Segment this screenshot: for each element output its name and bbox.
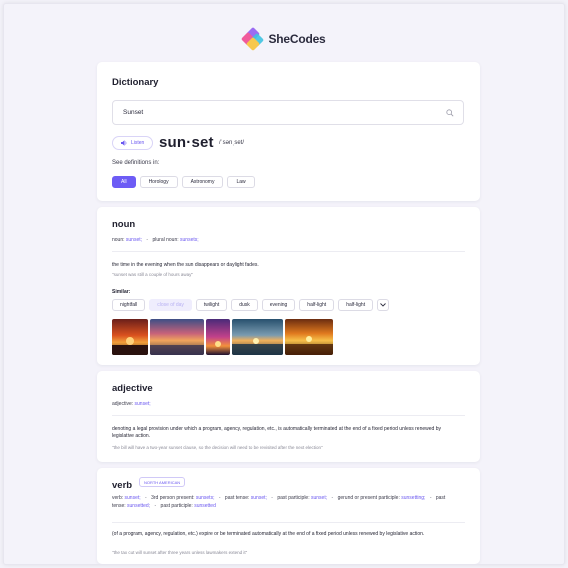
form-separator: -: [146, 237, 149, 243]
see-definitions-label: See definitions in:: [112, 160, 160, 166]
form-separator: -: [331, 495, 334, 501]
similar-words: nightfall close of day twilight dusk eve…: [112, 299, 390, 311]
verb-card: verb NORTH AMERICAN verb: sunset; - 3rd …: [97, 468, 480, 564]
form-value[interactable]: sunset;: [251, 495, 267, 501]
word-forms: verb: sunset; - 3rd person present: suns…: [112, 495, 460, 511]
form-value[interactable]: sunsetted: [194, 503, 216, 509]
region-badge: NORTH AMERICAN: [139, 477, 186, 487]
sunset-photos: [112, 319, 333, 355]
show-more-button[interactable]: [377, 299, 390, 311]
sunset-photo[interactable]: [232, 319, 283, 355]
word-forms: adjective: sunset;: [112, 401, 151, 407]
definition-text: the time in the evening when the sun dis…: [112, 262, 259, 268]
example-text: "the bill will have a two-year sunset cl…: [112, 445, 323, 450]
form-value[interactable]: sunset;: [126, 237, 142, 243]
brand-name: SheCodes: [268, 32, 326, 46]
filter-astronomy[interactable]: Astronomy: [181, 176, 224, 188]
brand-header[interactable]: SheCodes: [4, 26, 564, 52]
page-frame: SheCodes Dictionary Sunset Listen sun·se…: [3, 3, 565, 565]
sunset-photo[interactable]: [112, 319, 148, 355]
sunset-photo[interactable]: [150, 319, 204, 355]
form-label: adjective:: [112, 401, 134, 407]
divider: [112, 522, 465, 523]
form-value[interactable]: sunset;: [125, 495, 141, 501]
similar-chip[interactable]: half-light: [338, 299, 374, 311]
chevron-down-icon: [380, 303, 386, 307]
search-card: Dictionary Sunset Listen sun·set /ˈsənˌs…: [97, 62, 480, 201]
sunset-photo[interactable]: [285, 319, 333, 355]
adjective-card: adjective adjective: sunset; denoting a …: [97, 371, 480, 462]
phonetic: /ˈsənˌset/: [219, 140, 245, 146]
divider: [112, 415, 465, 416]
form-label: past participle:: [277, 495, 310, 501]
part-of-speech: verb: [112, 480, 133, 491]
listen-button[interactable]: Listen: [112, 136, 154, 150]
form-value[interactable]: sunsets;: [196, 495, 215, 501]
form-value[interactable]: sunsetting;: [401, 495, 425, 501]
search-input-value: Sunset: [123, 109, 144, 116]
example-text: "the tax cut will sunset after three yea…: [112, 550, 248, 555]
form-value[interactable]: sunset;: [311, 495, 327, 501]
form-label: past tense:: [224, 495, 250, 501]
form-separator: -: [218, 495, 221, 501]
part-of-speech: noun: [112, 219, 136, 230]
form-label: gerund or present participle:: [337, 495, 400, 501]
search-input[interactable]: Sunset: [112, 100, 464, 125]
similar-chip[interactable]: close of day: [149, 299, 192, 311]
shecodes-logo-icon: [241, 26, 265, 52]
form-label: verb:: [112, 495, 124, 501]
headword: sun·set: [159, 134, 214, 151]
similar-chip[interactable]: half-light: [299, 299, 335, 311]
part-of-speech: adjective: [112, 383, 153, 394]
definition-filters: All Horology Astronomy Law: [112, 176, 255, 188]
form-value[interactable]: sunsets;: [180, 237, 199, 243]
filter-horology[interactable]: Horology: [139, 176, 178, 188]
form-label: 3rd person present:: [151, 495, 195, 501]
word-forms: noun: sunset; - plural noun: sunsets;: [112, 237, 199, 243]
sunset-photo[interactable]: [206, 319, 230, 355]
similar-label: Similar:: [112, 289, 131, 295]
form-label: plural noun:: [152, 237, 179, 243]
similar-chip[interactable]: nightfall: [112, 299, 146, 311]
form-value[interactable]: sunset;: [135, 401, 151, 407]
form-separator: -: [271, 495, 273, 501]
filter-law[interactable]: Law: [227, 176, 255, 188]
form-label: noun:: [112, 237, 125, 243]
similar-chip[interactable]: twilight: [195, 299, 228, 311]
form-label: past participle:: [160, 502, 193, 509]
similar-chip[interactable]: evening: [261, 299, 296, 311]
noun-card: noun noun: sunset; - plural noun: sunset…: [97, 207, 480, 365]
definition-text: (of a program, agency, regulation, etc.)…: [112, 531, 425, 537]
similar-chip[interactable]: dusk: [231, 299, 258, 311]
form-separator: -: [154, 502, 157, 509]
form-separator: -: [429, 495, 432, 501]
listen-label: Listen: [131, 140, 145, 146]
search-icon[interactable]: [446, 109, 454, 117]
dictionary-title: Dictionary: [112, 77, 159, 88]
form-value[interactable]: sunsetted;: [127, 503, 150, 509]
form-separator: -: [145, 495, 147, 501]
filter-all[interactable]: All: [112, 176, 136, 188]
example-text: "sunset was still a couple of hours away…: [112, 272, 193, 277]
definition-text: denoting a legal provision under which a…: [112, 426, 441, 440]
speaker-icon: [121, 140, 127, 146]
divider: [112, 251, 465, 252]
